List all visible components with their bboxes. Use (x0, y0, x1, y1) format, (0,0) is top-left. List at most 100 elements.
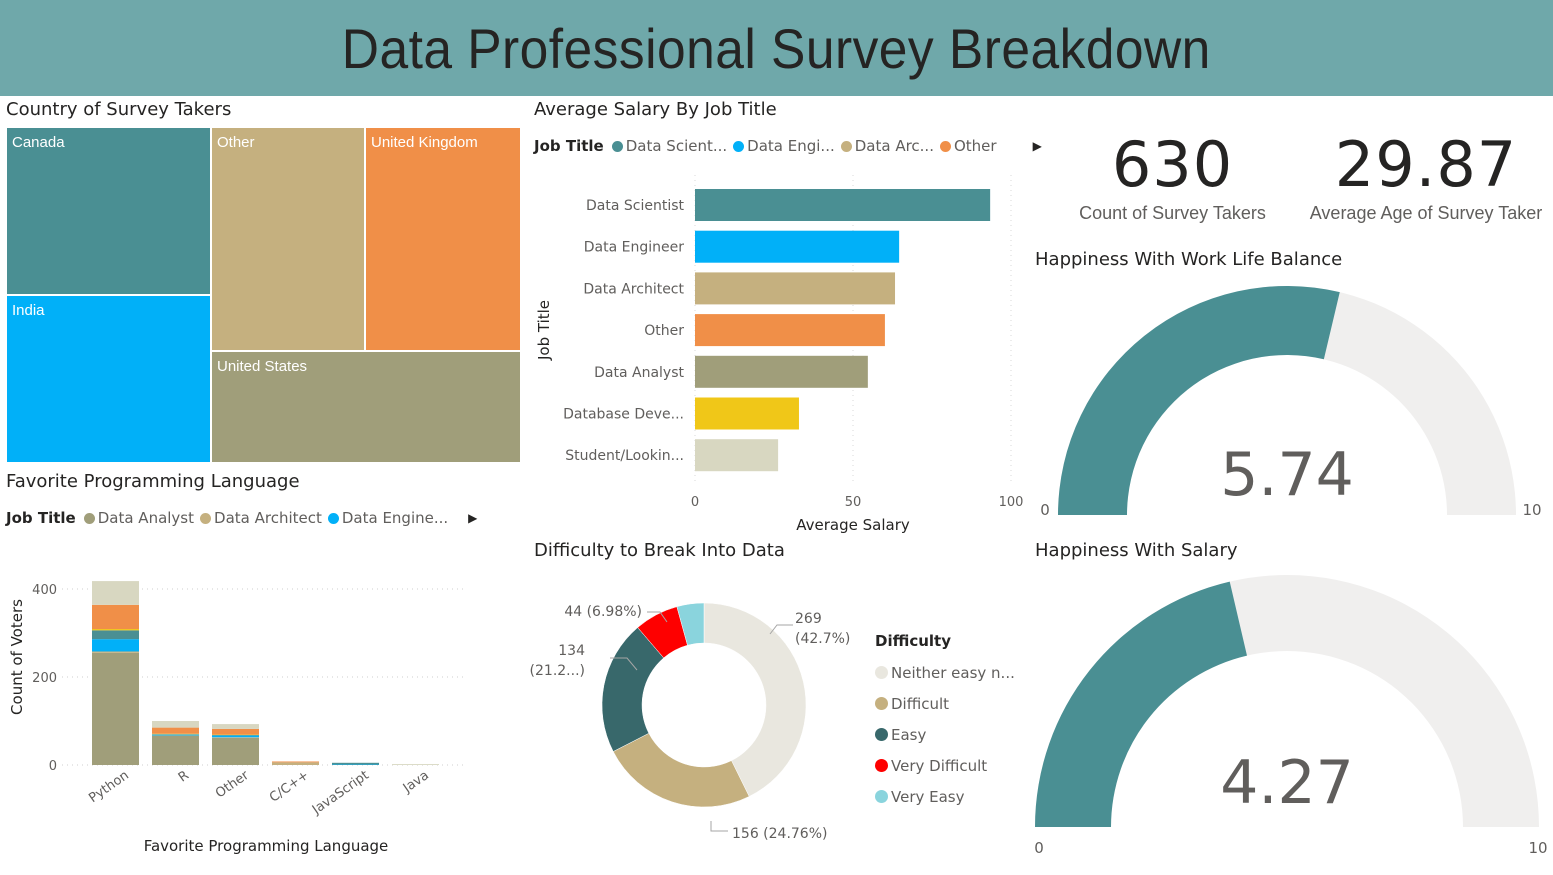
legend-label: Other (953, 137, 997, 155)
legend-label: Data Engi... (747, 137, 835, 155)
legend-label: Very Easy (891, 787, 965, 806)
bar-segment (212, 737, 259, 765)
bar (695, 355, 868, 388)
gauge-value: 5.74 (1220, 440, 1354, 510)
salary-chart-title: Average Salary By Job Title (534, 99, 777, 120)
x-axis-label: Favorite Programming Language (144, 837, 389, 855)
legend-label: Data Scient... (625, 137, 728, 155)
gauge-max-label: 10 (1528, 839, 1547, 857)
bar-segment (92, 652, 139, 765)
legend-dot-icon (611, 140, 623, 152)
bar-segment (152, 734, 199, 736)
data-label: 156 (24.76%) (732, 826, 827, 842)
x-tick-label: Other (213, 768, 252, 802)
difficulty-chart-title: Difficulty to Break Into Data (534, 540, 785, 561)
bar-segment (92, 629, 139, 631)
legend-item[interactable]: Data Scient... (611, 137, 728, 155)
treemap-cell-other[interactable]: Other (210, 126, 366, 352)
gauge-value: 4.27 (1220, 748, 1354, 818)
x-tick-label: R (176, 768, 192, 785)
legend-label: Data Engine... (341, 509, 449, 527)
y-tick-label: Student/Lookin... (565, 448, 684, 464)
legend-dot-icon (327, 512, 339, 524)
x-tick-label: C/C++ (267, 768, 312, 806)
treemap-cell-canada[interactable]: Canada (5, 126, 212, 296)
legend-item[interactable]: Difficult (875, 688, 1015, 719)
bar-segment (92, 651, 139, 653)
difficulty-donut-chart: 269 (42.7%) 156 (24.76%) 134 (21.2...) 44 (6.… (530, 602, 850, 842)
legend-dot-icon (733, 140, 745, 152)
salary-legend: Job Title Data Scient... Data Engi... Da… (534, 137, 1042, 155)
legend-item[interactable]: Data Engine... (327, 509, 449, 527)
difficulty-legend: Difficulty Neither easy n... Difficult E… (875, 632, 1015, 812)
legend-label: Difficult (891, 694, 950, 713)
data-label: 134 (558, 643, 585, 659)
x-tick-label: JavaScript (309, 768, 372, 818)
legend-next-arrow-icon[interactable]: ▶ (468, 511, 477, 525)
treemap-cell-united-kingdom[interactable]: United Kingdom (364, 126, 522, 352)
bar-segment (212, 724, 259, 729)
treemap-title: Country of Survey Takers (6, 99, 232, 120)
legend-item[interactable]: Very Easy (875, 781, 1015, 812)
y-axis-label: Job Title (535, 300, 553, 361)
y-tick-label: Data Architect (583, 281, 684, 297)
y-tick-label: Data Engineer (584, 240, 684, 256)
gauge-work-life: 5.74 0 10 (1040, 286, 1542, 519)
y-tick-label: 0 (49, 759, 57, 774)
legend-label: Data Analyst (97, 509, 195, 527)
legend-dot-icon (875, 697, 888, 710)
y-tick-label: Database Deve... (563, 407, 684, 423)
bar (695, 189, 991, 221)
kpi-count-value: 630 (1111, 128, 1234, 201)
legend-item[interactable]: Data Analyst (83, 509, 195, 527)
kpi-age-card: 29.87 Average Age of Survey Taker (1295, 128, 1553, 224)
gauge-fill (1035, 581, 1247, 827)
bar-segment (92, 639, 139, 652)
legend-label: Easy (891, 725, 927, 744)
donut-slice (612, 732, 750, 808)
legend-label: Data Arc... (854, 137, 934, 155)
bar-segment (212, 728, 259, 735)
legend-dot-icon (875, 790, 888, 803)
x-tick-label: Java (400, 768, 432, 797)
country-treemap: Canada India Other United Kingdom United… (5, 126, 522, 464)
kpi-age-label: Average Age of Survey Taker (1309, 203, 1543, 223)
legend-dot-icon (83, 512, 95, 524)
bar-segment (152, 727, 199, 734)
legend-dot-icon (875, 666, 888, 679)
treemap-cell-united-states[interactable]: United States (210, 350, 522, 464)
kpi-count-label: Count of Survey Takers (1079, 203, 1266, 223)
legend-item[interactable]: Neither easy n... (875, 657, 1015, 688)
legend-item[interactable]: Other (939, 137, 997, 155)
legend-label: Neither easy n... (891, 663, 1015, 682)
legend-item[interactable]: Data Arc... (840, 137, 934, 155)
salary-bar-chart: 0 50 100 Data Scientist Data Engineer Data Ar… (535, 175, 1024, 534)
bar-segment (272, 762, 319, 765)
language-chart-title: Favorite Programming Language (6, 471, 300, 492)
bar-segment (212, 735, 259, 738)
treemap-label: Other (217, 134, 255, 151)
treemap-cell-india[interactable]: India (5, 294, 212, 464)
legend-next-arrow-icon[interactable]: ▶ (1033, 139, 1042, 153)
legend-item[interactable]: Data Architect (200, 509, 322, 527)
data-label: (42.7%) (795, 631, 850, 647)
bar-segment (272, 761, 319, 763)
legend-item[interactable]: Easy (875, 719, 1015, 750)
bar-segment (152, 735, 199, 765)
x-tick-label: 100 (999, 495, 1024, 510)
bar-segment (332, 762, 379, 765)
legend-dot-icon (939, 140, 951, 152)
legend-label: Data Architect (214, 509, 322, 527)
legend-dot-icon (200, 512, 212, 524)
bar (695, 314, 885, 347)
bar (695, 272, 896, 305)
legend-dot-icon (875, 759, 888, 772)
treemap-label: Canada (12, 134, 65, 151)
legend-item[interactable]: Data Engi... (733, 137, 835, 155)
language-legend: Job Title Data Analyst Data Architect Da… (6, 509, 477, 527)
y-tick-label: Data Scientist (586, 198, 685, 214)
legend-item[interactable]: Very Difficult (875, 750, 1015, 781)
dashboard-title: Data Professional Survey Breakdown (341, 16, 1212, 80)
legend-dot-icon (840, 140, 852, 152)
treemap-label: India (12, 302, 45, 319)
